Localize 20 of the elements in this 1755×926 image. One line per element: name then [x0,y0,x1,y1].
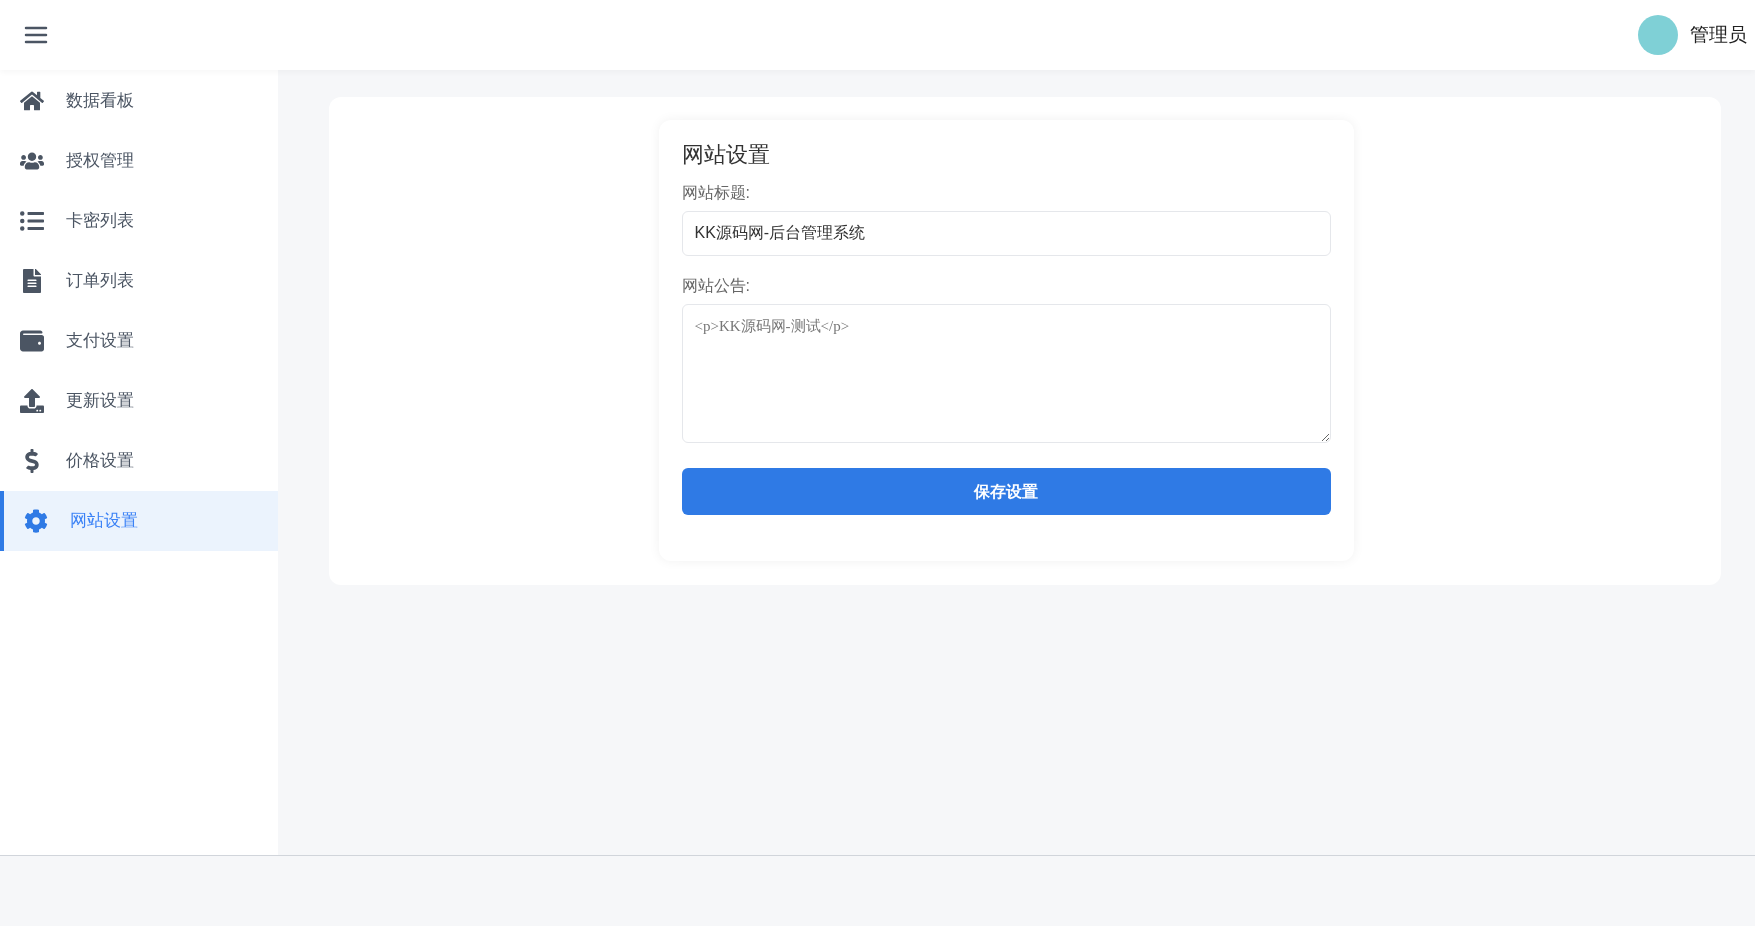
save-button[interactable]: 保存设置 [681,468,1331,515]
site-title-field[interactable]: KK源码网-后台管理系统 [681,211,1331,256]
home-icon [18,89,46,113]
sidebar-item[interactable]: 更新设置 [0,371,278,431]
sidebar-item[interactable]: 数据看板 [0,71,278,131]
list-icon [18,209,46,233]
sidebar-item[interactable]: 授权管理 [0,131,278,191]
announcement-field[interactable]: <p>KK源码网-测试</p> [681,304,1331,443]
field-label: 网站公告: [681,276,751,296]
form-title: 网站设置 [681,141,771,169]
sidebar-item[interactable]: 卡密列表 [0,191,278,251]
settings-icon [22,509,50,533]
field-label: 网站标题: [681,183,751,203]
sidebar-item[interactable]: 支付设置 [0,311,278,371]
user-name[interactable]: 管理员 [1690,20,1747,50]
menu-icon [24,25,48,45]
upload-icon [18,389,46,413]
sidebar-item[interactable]: 价格设置 [0,431,278,491]
wallet-icon [18,329,46,353]
sidebar-item[interactable]: 订单列表 [0,251,278,311]
